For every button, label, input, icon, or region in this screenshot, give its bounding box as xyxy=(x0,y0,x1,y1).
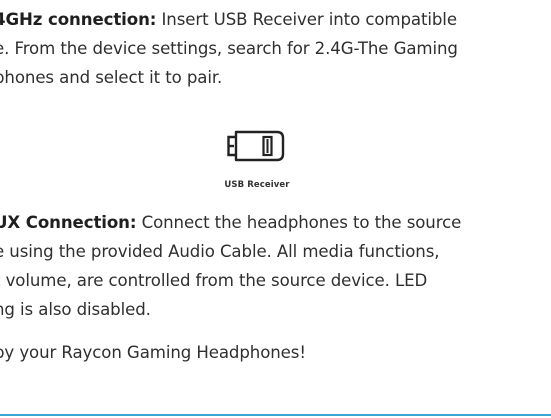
section-24ghz-connection: 4GHz connection: Insert USB Receiver int… xyxy=(0,5,551,92)
section-aux-line-3: t volume, are controlled from the source… xyxy=(0,271,428,290)
footer-divider xyxy=(0,414,551,416)
usb-receiver-caption: USB Receiver xyxy=(224,180,290,190)
section-aux-heading: UX Connection: xyxy=(0,213,137,232)
section-aux-line-1-text: Connect the headphones to the source xyxy=(136,213,462,232)
section-aux-connection: UX Connection: Connect the headphones to… xyxy=(0,208,551,324)
usb-receiver-icon xyxy=(227,130,285,162)
section-24ghz-heading: 4GHz connection: xyxy=(0,10,157,29)
closing-text: by your Raycon Gaming Headphones! xyxy=(0,343,306,362)
section-aux-line-1: UX Connection: Connect the headphones to… xyxy=(0,208,551,237)
section-24ghz-line-1: 4GHz connection: Insert USB Receiver int… xyxy=(0,5,551,34)
section-24ghz-line-1-text: Insert USB Receiver into compatible xyxy=(156,10,457,29)
section-24ghz-line-2: e. From the device settings, search for … xyxy=(0,39,458,58)
section-aux-line-2: e using the provided Audio Cable. All me… xyxy=(0,242,440,261)
section-24ghz-line-3: phones and select it to pair. xyxy=(0,68,223,87)
closing-note: by your Raycon Gaming Headphones! xyxy=(0,338,551,367)
section-aux-line-4: ng is also disabled. xyxy=(0,300,151,319)
